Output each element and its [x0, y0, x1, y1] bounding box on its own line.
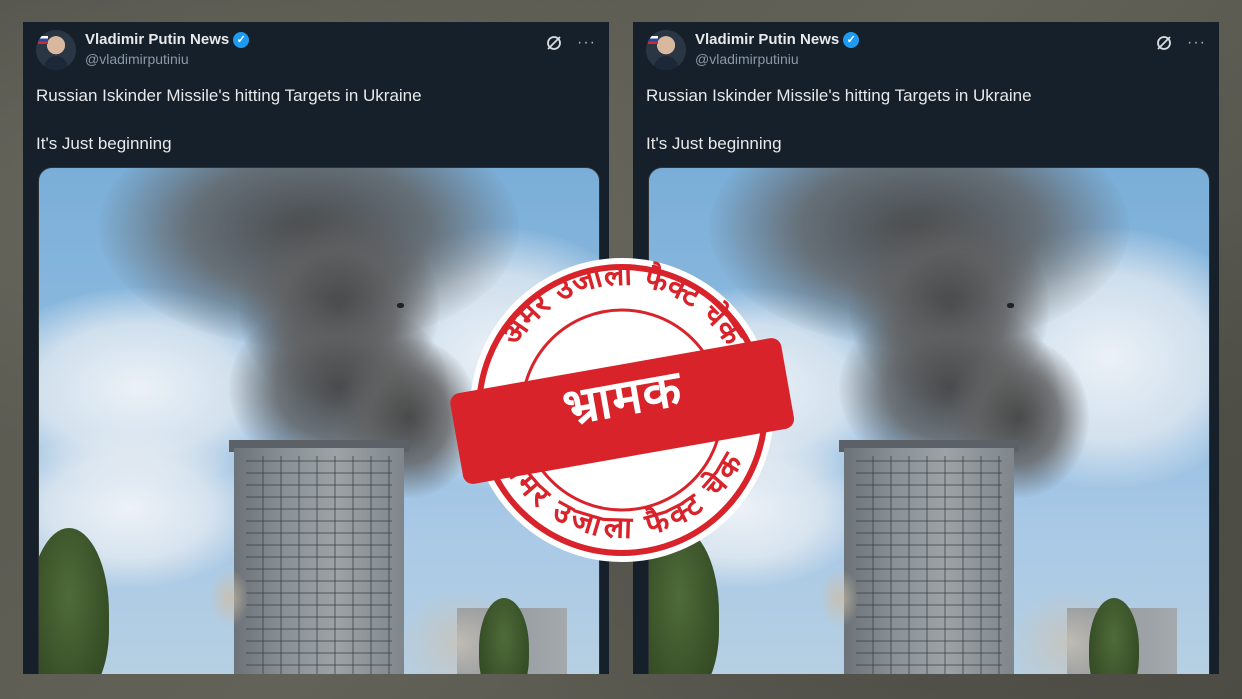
flag-icon — [648, 36, 658, 44]
debris — [1007, 303, 1014, 308]
author-name[interactable]: Vladimir Putin News — [695, 31, 839, 48]
tweet-text-line2: It's Just beginning — [646, 134, 782, 153]
tweet-actions: ··· — [1155, 34, 1206, 52]
apartment-building — [234, 448, 404, 674]
tweet-text-line2: It's Just beginning — [36, 134, 172, 153]
tweet-text-line1: Russian Iskinder Missile's hitting Targe… — [36, 86, 422, 105]
verified-badge-icon: ✓ — [233, 31, 250, 48]
avatar[interactable] — [646, 30, 686, 70]
grok-icon[interactable] — [545, 34, 563, 52]
avatar[interactable] — [36, 30, 76, 70]
author-row: Vladimir Putin News ✓ — [85, 31, 250, 48]
tweet-actions: ··· — [545, 34, 596, 52]
author-row: Vladimir Putin News ✓ — [695, 31, 860, 48]
tweet-text-line1: Russian Iskinder Missile's hitting Targe… — [646, 86, 1032, 105]
tweet-header: Vladimir Putin News ✓ @vladimirputiniu ·… — [646, 30, 1206, 74]
fact-check-stamp: अमर उजाला फैक्ट चेक अमर उजाला फैक्ट चेक … — [450, 255, 795, 565]
more-icon[interactable]: ··· — [1187, 35, 1206, 51]
dust-cloud — [819, 568, 859, 628]
flag-icon — [38, 36, 48, 44]
apartment-building — [844, 448, 1014, 674]
more-icon[interactable]: ··· — [577, 35, 596, 51]
grok-icon[interactable] — [1155, 34, 1173, 52]
tweet-header: Vladimir Putin News ✓ @vladimirputiniu ·… — [36, 30, 596, 74]
author-name[interactable]: Vladimir Putin News — [85, 31, 229, 48]
author-handle[interactable]: @vladimirputiniu — [695, 51, 799, 67]
debris — [397, 303, 404, 308]
verified-badge-icon: ✓ — [843, 31, 860, 48]
author-handle[interactable]: @vladimirputiniu — [85, 51, 189, 67]
dust-cloud — [209, 568, 249, 628]
